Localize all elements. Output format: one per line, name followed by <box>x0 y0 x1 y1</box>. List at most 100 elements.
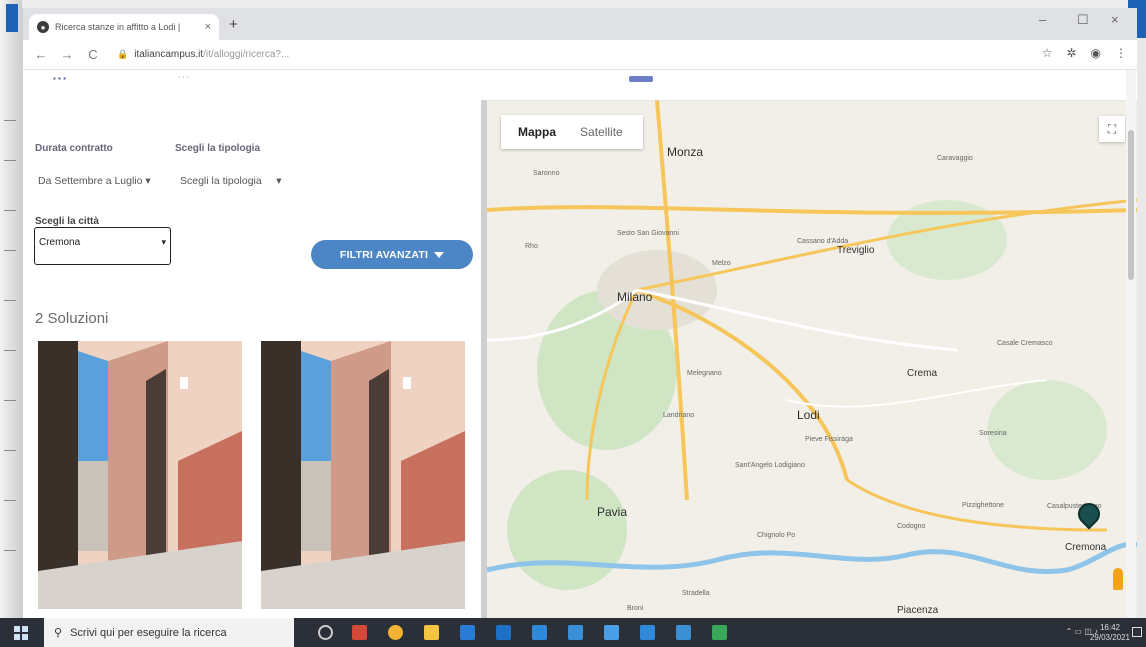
map-label-pieve: Pieve Fissiraga <box>805 436 853 443</box>
minimize-button[interactable]: – <box>1039 12 1046 27</box>
map-label-monza: Monza <box>667 145 704 159</box>
map-label-piacenza: Piacenza <box>897 605 939 616</box>
map-label-chignolo: Chignolo Po <box>757 532 796 539</box>
taskbar-search-placeholder: Scrivi qui per eseguire la ricerca <box>70 626 227 639</box>
site-favicon-icon: ● <box>37 21 49 33</box>
lock-icon: 🔒 <box>117 49 129 59</box>
contract-label: Durata contratto <box>35 143 113 154</box>
city-label: Scegli la città <box>35 216 99 227</box>
site-logo[interactable]: ▪ ▪ ▪ <box>53 74 66 83</box>
city-select[interactable]: Cremona ▾ <box>34 227 171 265</box>
map-label-lodi: Lodi <box>797 408 820 422</box>
map-label-melzo: Melzo <box>712 260 731 267</box>
map-label-melegnano: Melegnano <box>687 370 722 377</box>
search-panel: Durata contratto Scegli la tipologia Da … <box>23 100 481 618</box>
chevron-down-icon: ▾ <box>161 237 166 247</box>
taskbar-clock[interactable]: 16:42 29/03/2021 <box>1090 623 1130 643</box>
edge-icon[interactable] <box>460 625 475 640</box>
word-icon[interactable] <box>640 625 655 640</box>
forward-button[interactable]: → <box>59 47 75 62</box>
browser-toolbar: ← → C 🔒 italiancampus.it/it/alloggi/rice… <box>23 40 1137 70</box>
advanced-filters-label: FILTRI AVANZATI <box>339 248 429 261</box>
browser-tab[interactable]: ● Ricerca stanze in affitto a Lodi | × <box>29 14 219 40</box>
maximize-button[interactable]: ☐ <box>1077 12 1089 28</box>
map-label-treviglio: Treviglio <box>837 245 875 256</box>
windows-start-icon[interactable] <box>14 626 28 640</box>
type-select[interactable]: Scegli la tipologia ▾ <box>180 175 282 187</box>
address-bar[interactable]: italiancampus.it/it/alloggi/ricerca?... <box>134 49 289 60</box>
desktop-accent-left <box>6 4 18 32</box>
clock-time: 16:42 <box>1099 623 1120 632</box>
site-header-link[interactable]: · · · <box>178 74 189 81</box>
result-card-1[interactable] <box>38 341 242 609</box>
type-label: Scegli la tipologia <box>175 143 261 154</box>
map-panel[interactable]: Monza Milano Lodi Pavia Treviglio Crema … <box>481 100 1137 618</box>
url-path: /it/alloggi/ricerca?... <box>203 49 290 60</box>
results-count: 2 Soluzioni <box>35 310 109 327</box>
page-scrollbar[interactable] <box>1126 70 1136 618</box>
map-label-caravaggio: Caravaggio <box>937 155 973 162</box>
tab-title: Ricerca stanze in affitto a Lodi | <box>55 22 181 32</box>
toolbar-actions: ☆ ✲ ◉ ⋮ <box>1042 46 1127 60</box>
menu-icon[interactable]: ⋮ <box>1115 46 1127 60</box>
map-label-landriano: Landriano <box>663 412 695 419</box>
site-header: ▪ ▪ ▪ · · · <box>23 70 1137 100</box>
file-explorer-icon[interactable] <box>424 625 439 640</box>
map-label-stradella: Stradella <box>682 590 710 597</box>
map-label-rho: Rho <box>525 243 538 250</box>
map-label-cassano: Cassano d'Adda <box>797 238 849 245</box>
map-label-milano: Milano <box>617 290 653 304</box>
task-view-icon[interactable] <box>318 625 333 640</box>
map-label-casale: Casale Cremasco <box>997 340 1053 347</box>
close-window-button[interactable]: × <box>1111 12 1119 27</box>
extensions-icon[interactable]: ✲ <box>1066 46 1076 60</box>
scrollbar-thumb[interactable] <box>1128 130 1134 280</box>
notification-icon[interactable] <box>1132 627 1142 637</box>
map-type-control: Mappa Satellite <box>501 115 643 149</box>
advanced-filters-button[interactable]: FILTRI AVANZATI <box>311 240 473 269</box>
photo-border-left <box>0 0 22 625</box>
map-label-crema: Crema <box>907 368 938 379</box>
map-label-pizzighettone: Pizzighettone <box>962 502 1005 509</box>
search-icon: ⚲ <box>54 627 63 639</box>
map-label-cerro: Sant'Angelo Lodigiano <box>735 462 805 469</box>
pegman-icon[interactable] <box>1113 568 1123 590</box>
site-header-pill[interactable] <box>629 76 653 82</box>
back-button[interactable]: ← <box>33 47 49 62</box>
chrome-icon[interactable] <box>388 625 403 640</box>
fullscreen-icon[interactable]: ⛶ <box>1099 116 1125 142</box>
result-card-2[interactable] <box>261 341 465 609</box>
store-icon[interactable] <box>496 625 511 640</box>
outlook-icon[interactable] <box>676 625 691 640</box>
calendar-icon[interactable] <box>568 625 583 640</box>
map-label-broni: Broni <box>627 605 644 612</box>
map-canvas[interactable] <box>487 100 1137 618</box>
taskbar: ⚲ Scrivi qui per eseguire la ricerca ⌃ ▭… <box>0 618 1146 647</box>
taskbar-search[interactable]: ⚲ Scrivi qui per eseguire la ricerca <box>44 618 294 647</box>
tab-strip: ● Ricerca stanze in affitto a Lodi | × +… <box>23 8 1137 40</box>
result-photo-1 <box>38 341 242 609</box>
new-tab-button[interactable]: + <box>229 16 238 33</box>
star-icon[interactable]: ☆ <box>1042 46 1053 60</box>
reload-button[interactable]: C <box>85 47 101 62</box>
result-photo-2 <box>261 341 465 609</box>
map-label-sesto: Sesto San Giovanni <box>617 230 679 237</box>
url-host: italiancampus.it <box>134 49 204 60</box>
map-label-saronno: Saronno <box>533 170 560 177</box>
profile-icon[interactable]: ◉ <box>1091 46 1101 60</box>
city-select-value: Cremona <box>39 237 81 248</box>
map-tab-satellite[interactable]: Satellite <box>580 125 623 139</box>
map-label-soresina: Soresina <box>979 430 1007 437</box>
excel-icon[interactable] <box>712 625 727 640</box>
browser-window: ● Ricerca stanze in affitto a Lodi | × +… <box>22 8 1137 618</box>
clock-date: 29/03/2021 <box>1089 633 1130 642</box>
mail-icon[interactable] <box>532 625 547 640</box>
screenshot: ● Ricerca stanze in affitto a Lodi | × +… <box>0 0 1146 647</box>
office-icon[interactable] <box>352 625 367 640</box>
tab-close-icon[interactable]: × <box>205 21 211 33</box>
caret-down-icon <box>434 251 445 258</box>
contract-select[interactable]: Da Settembre a Luglio ▾ <box>38 175 151 187</box>
photos-icon[interactable] <box>604 625 619 640</box>
photo-border-top <box>0 0 1146 8</box>
map-tab-map[interactable]: Mappa <box>518 125 556 139</box>
